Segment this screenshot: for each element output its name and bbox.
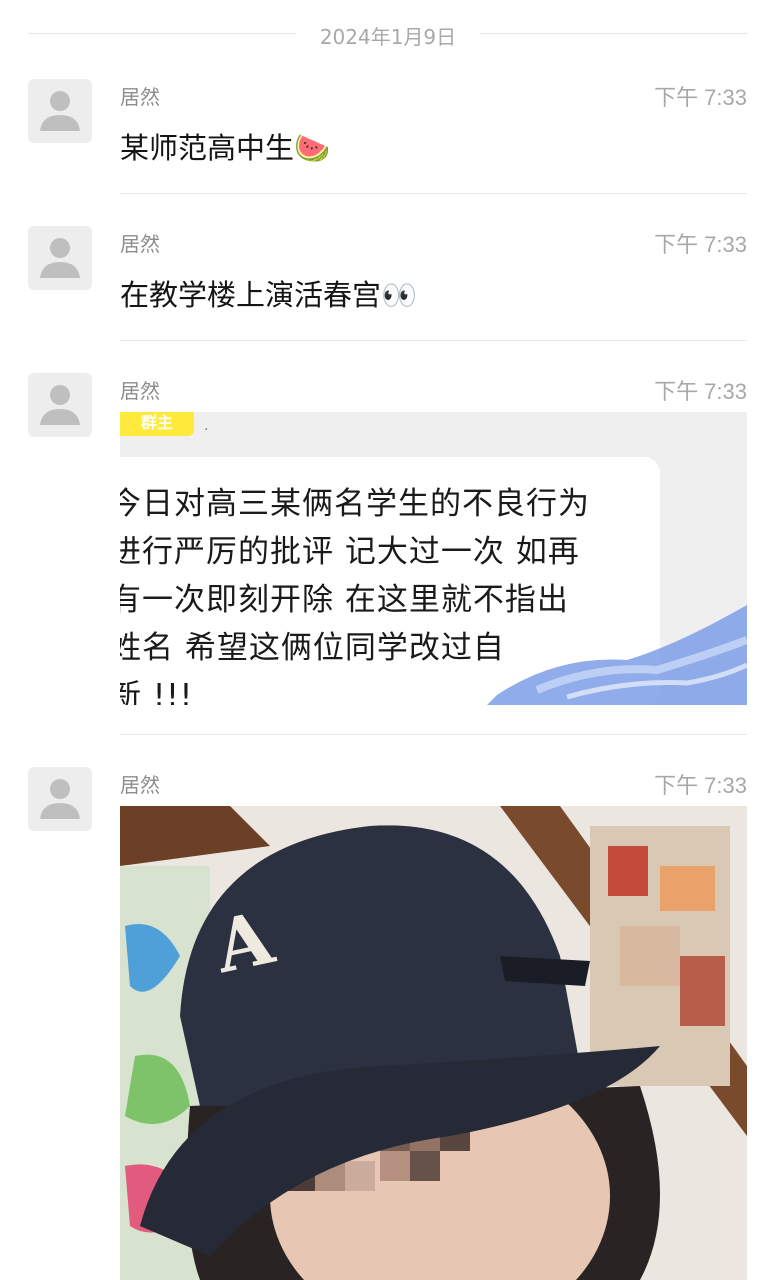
message-time: 下午 7:33 <box>654 232 747 257</box>
screenshot-image[interactable]: 群主 . 今日对高三某俩名学生的不良行为 进行严厉的批评 记大过一次 如再 有一… <box>120 412 747 705</box>
divider <box>28 33 296 34</box>
image-dot: . <box>204 418 209 434</box>
divider <box>120 340 747 341</box>
default-avatar-icon[interactable] <box>28 79 92 143</box>
default-avatar-icon[interactable] <box>28 373 92 437</box>
notice-text: 今日对高三某俩名学生的不良行为 进行严厉的批评 记大过一次 如再 有一次即刻开除… <box>120 486 590 705</box>
sender-name: 居然 <box>120 773 160 797</box>
sender-name: 居然 <box>120 379 160 403</box>
group-owner-badge: 群主 <box>120 412 194 436</box>
divider <box>480 33 748 34</box>
divider <box>120 193 747 194</box>
message-text: 某师范高中生🍉 <box>120 131 331 165</box>
sender-name: 居然 <box>120 232 160 256</box>
date-label: 2024年1月9日 <box>319 25 457 49</box>
date-separator: 2024年1月9日 <box>28 18 748 49</box>
divider <box>120 734 747 735</box>
message-time: 下午 7:33 <box>654 85 747 110</box>
message-text: 在教学楼上演活春宫👀 <box>120 278 418 312</box>
message-time: 下午 7:33 <box>654 773 747 798</box>
default-avatar-icon[interactable] <box>28 767 92 831</box>
message-time: 下午 7:33 <box>654 379 747 404</box>
selfie-photo[interactable]: A <box>120 806 747 1280</box>
default-avatar-icon[interactable] <box>28 226 92 290</box>
photo-drawing: A <box>120 806 747 1280</box>
sender-name: 居然 <box>120 85 160 109</box>
